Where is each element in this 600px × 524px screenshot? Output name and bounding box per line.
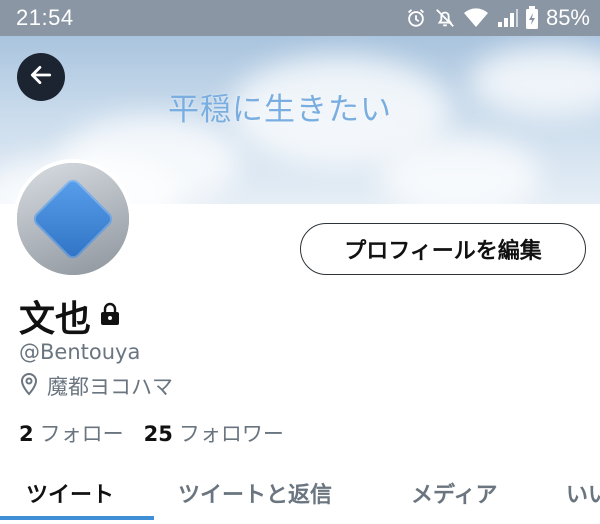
display-name: 文也 [19, 299, 92, 340]
name-row: 文也 [19, 290, 121, 342]
follow-stats: 2 フォロー 25 フォロワー [19, 418, 284, 448]
location-text: 魔都ヨコハマ [47, 375, 173, 399]
tab-tweets[interactable]: ツイート [26, 466, 114, 520]
battery-icon [525, 6, 539, 30]
mute-icon [434, 7, 456, 29]
tab-likes[interactable]: いい [566, 466, 600, 520]
tab-media[interactable]: メディア [411, 466, 497, 520]
tab-tweets-and-replies[interactable]: ツイートと返信 [178, 466, 332, 520]
location-row: 魔都ヨコハマ [19, 371, 173, 401]
signal-icon [496, 7, 518, 29]
location-pin-icon [19, 372, 39, 400]
followers-count: 25 [143, 422, 173, 446]
followers-link[interactable]: 25 フォロワー [144, 418, 284, 448]
active-tab-indicator [0, 516, 154, 520]
status-time: 21:54 [16, 5, 74, 30]
status-icons: 85% [405, 5, 590, 31]
following-count: 2 [19, 422, 34, 446]
battery-percent: 85% [545, 5, 590, 30]
banner-text: 平穏に生きたい [168, 92, 392, 128]
wifi-icon [463, 7, 489, 29]
alarm-icon [405, 7, 427, 29]
followers-label: フォロワー [178, 422, 284, 446]
arrow-left-icon [28, 62, 54, 92]
following-label: フォロー [39, 422, 124, 446]
edit-profile-button[interactable]: プロフィールを編集 [300, 223, 586, 275]
status-bar: 21:54 85% [0, 0, 600, 36]
back-button[interactable] [17, 53, 65, 101]
lock-icon [99, 302, 121, 330]
user-handle: @Bentouya [19, 340, 141, 364]
avatar[interactable] [13, 159, 133, 279]
following-link[interactable]: 2 フォロー [19, 418, 124, 448]
